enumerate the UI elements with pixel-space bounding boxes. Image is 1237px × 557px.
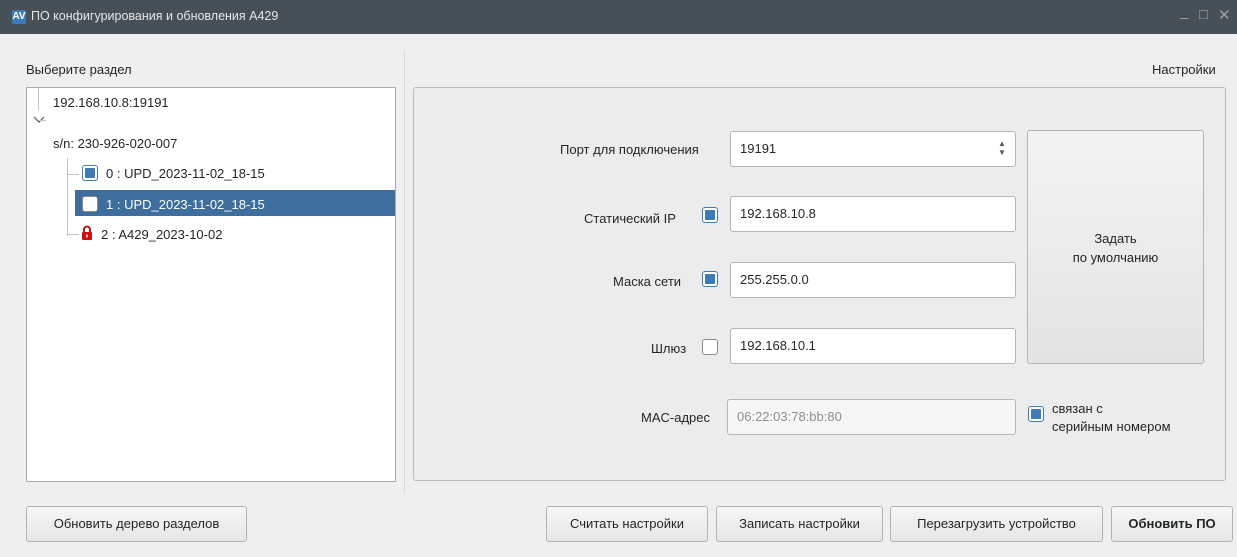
minimize-icon[interactable]: _ xyxy=(1180,3,1188,20)
mac-link-line2: серийным номером xyxy=(1052,419,1171,434)
mac-field[interactable]: 06:22:03:78:bb:80 xyxy=(727,399,1016,435)
mac-label: MAC-адрес xyxy=(641,410,710,425)
tree-line xyxy=(67,234,79,235)
settings-label: Настройки xyxy=(1152,62,1216,77)
panel-splitter[interactable] xyxy=(404,52,405,492)
netmask-label: Маска сети xyxy=(613,274,682,289)
reboot-device-button[interactable]: Перезагрузить устройство xyxy=(890,506,1103,542)
spin-arrows-icon[interactable]: ▲ ▼ xyxy=(997,139,1007,159)
window-title: ПО конфигурирования и обновления A429 xyxy=(31,9,279,23)
set-default-line2: по умолчанию xyxy=(1072,250,1159,265)
gateway-checkbox[interactable] xyxy=(702,339,718,355)
section-label: Выберите раздел xyxy=(26,62,132,77)
gateway-field[interactable]: 192.168.10.1 xyxy=(730,328,1016,364)
mac-link-checkbox[interactable] xyxy=(1028,406,1044,422)
tree-line xyxy=(40,120,46,121)
port-label: Порт для подключения xyxy=(560,142,699,157)
update-firmware-button[interactable]: Обновить ПО xyxy=(1111,506,1233,542)
mac-link-label: связан с серийным номером xyxy=(1052,400,1171,436)
tree-item-partition-2[interactable]: 2 : A429_2023-10-02 xyxy=(101,227,222,242)
tree-item-partition-1[interactable]: 1 : UPD_2023-11-02_18-15 xyxy=(106,197,265,212)
tree-item-host[interactable]: 192.168.10.8:19191 xyxy=(53,95,169,110)
partition-1-checkbox[interactable] xyxy=(82,196,98,212)
tree-item-partition-0[interactable]: 0 : UPD_2023-11-02_18-15 xyxy=(106,166,265,181)
write-settings-button[interactable]: Записать настройки xyxy=(716,506,883,542)
maximize-icon[interactable]: □ xyxy=(1199,6,1208,23)
port-value: 19191 xyxy=(740,141,777,156)
mac-link-line1: связан с xyxy=(1052,401,1103,416)
read-settings-button[interactable]: Считать настройки xyxy=(546,506,708,542)
tree-line xyxy=(67,174,79,175)
set-default-line1: Задать xyxy=(1094,231,1137,246)
tree-item-serial[interactable]: s/n: 230-926-020-007 xyxy=(53,136,177,151)
tree-line xyxy=(38,88,39,110)
netmask-checkbox[interactable] xyxy=(702,271,718,287)
refresh-tree-button[interactable]: Обновить дерево разделов xyxy=(26,506,247,542)
app-icon: AV xyxy=(12,10,26,24)
static-ip-checkbox[interactable] xyxy=(702,207,718,223)
partition-0-checkbox[interactable] xyxy=(82,165,98,181)
tree-line xyxy=(67,158,68,236)
lock-icon xyxy=(82,225,92,240)
title-bar: AV ПО конфигурирования и обновления A429… xyxy=(0,0,1237,34)
partition-tree[interactable]: 192.168.10.8:19191 s/n: 230-926-020-007 … xyxy=(26,87,396,482)
static-ip-field[interactable]: 192.168.10.8 xyxy=(730,196,1016,232)
static-ip-label: Статический IP xyxy=(584,211,676,226)
port-spinbox[interactable]: 19191 ▲ ▼ xyxy=(730,131,1016,167)
gateway-label: Шлюз xyxy=(651,341,687,356)
set-default-button[interactable]: Задать по умолчанию xyxy=(1027,130,1204,364)
netmask-field[interactable]: 255.255.0.0 xyxy=(730,262,1016,298)
close-icon[interactable]: ✕ xyxy=(1218,6,1231,24)
